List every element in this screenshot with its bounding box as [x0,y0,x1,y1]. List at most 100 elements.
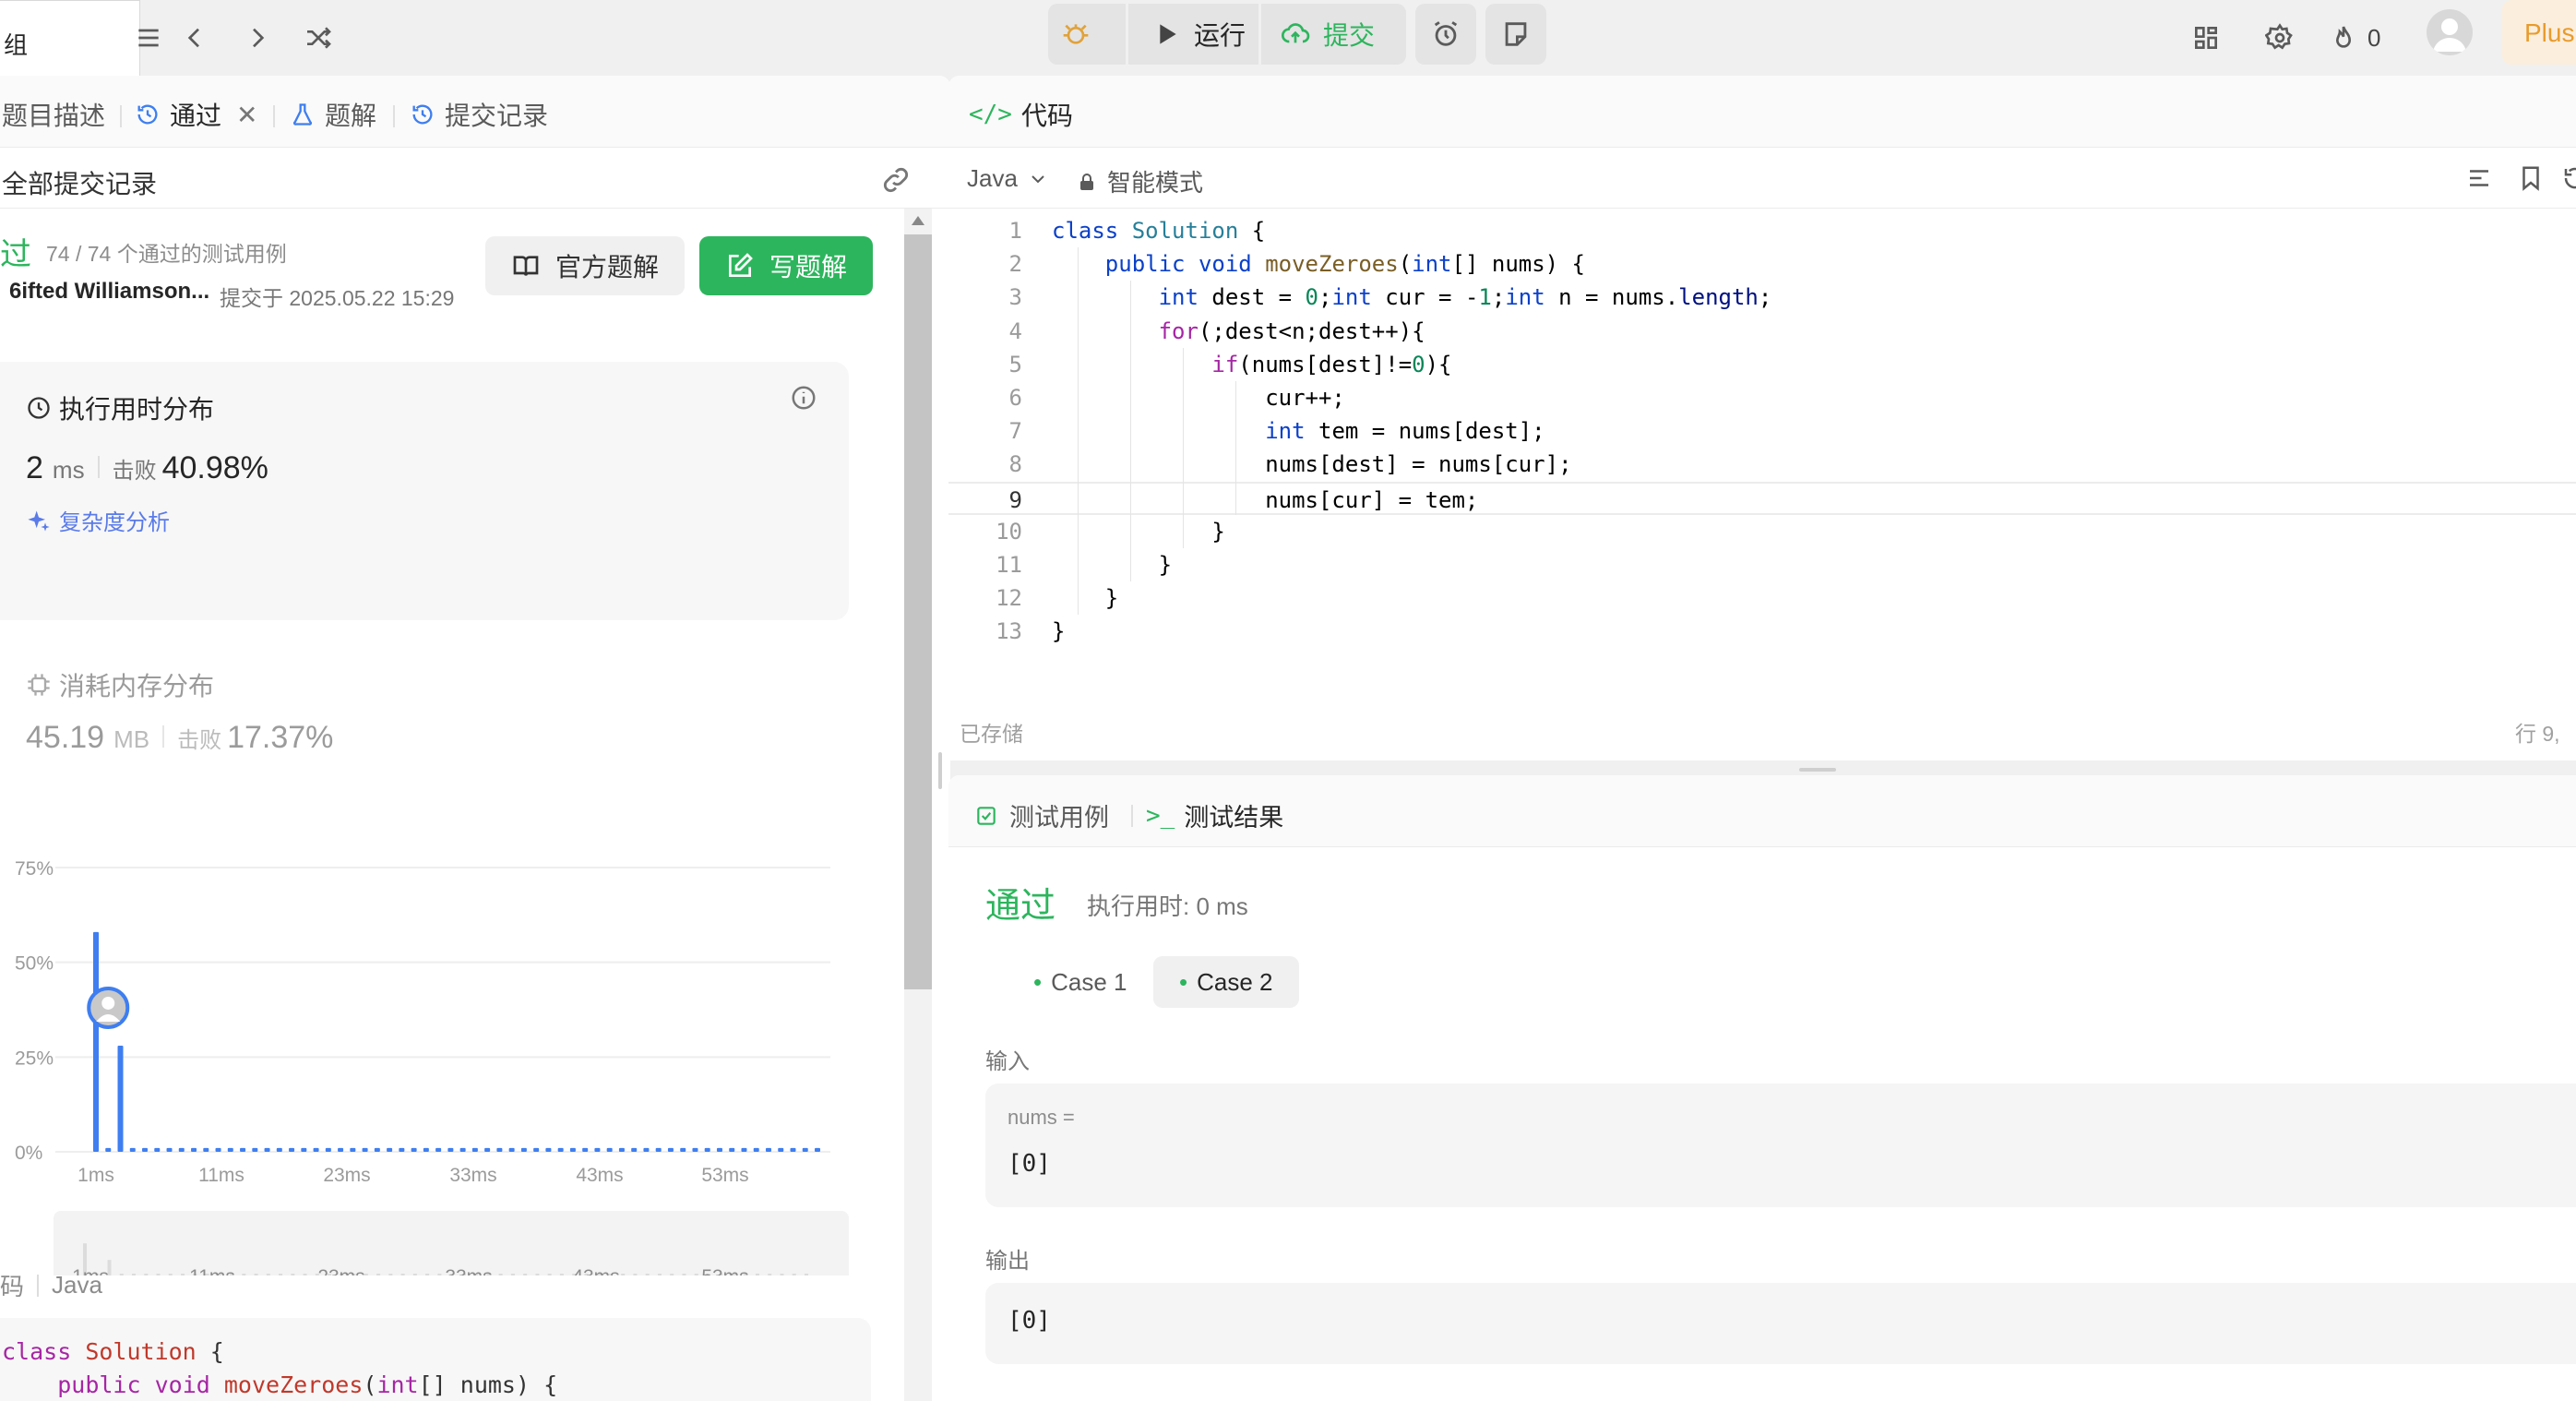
timer-button[interactable] [1415,4,1476,65]
chart-bar[interactable] [350,1147,356,1152]
chart-bar[interactable] [520,1147,527,1152]
code-line[interactable]: 6 cur++; [948,381,2576,414]
layout-icon[interactable] [2181,13,2231,63]
format-icon[interactable] [2465,164,2493,192]
submit-button[interactable]: 提交 [1281,4,1375,65]
debug-button[interactable] [1061,4,1120,65]
avatar[interactable] [2427,9,2473,55]
chart-bar[interactable] [582,1147,589,1152]
tab-submissions[interactable]: 提交记录 [410,96,548,133]
chart-bar[interactable] [203,1147,209,1152]
case-2-tab[interactable]: • Case 2 [1153,956,1299,1008]
submitter-name[interactable]: 6ifted Williamson... [9,279,209,305]
next-problem-button[interactable] [233,13,282,63]
tab-solutions[interactable]: 题解 [290,96,376,133]
chart-bar[interactable] [435,1147,442,1152]
tab-testcases[interactable]: 测试用例 [974,797,1109,833]
case-1-tab[interactable]: • Case 1 [1011,956,1150,1008]
reset-icon[interactable] [2561,164,2576,192]
chart-bar[interactable] [753,1147,759,1152]
chart-bar[interactable] [447,1147,454,1152]
chart-bar[interactable] [484,1147,491,1152]
code-line[interactable]: 13} [948,615,2576,648]
chart-bar[interactable] [276,1147,282,1152]
language-select[interactable]: Java [967,164,1049,193]
panel-resize-handle[interactable] [938,752,942,789]
chart-bar[interactable] [533,1147,540,1152]
scroll-thumb[interactable] [904,234,932,989]
chart-bar[interactable] [790,1147,796,1152]
chart-bar[interactable] [313,1147,319,1152]
complexity-analysis-link[interactable]: 复杂度分析 [26,504,170,536]
chart-bar[interactable] [105,1147,112,1152]
chart-bar[interactable] [374,1147,380,1152]
code-line[interactable]: 1 class Solution { [948,214,2576,247]
chart-bar[interactable] [594,1147,601,1152]
info-icon[interactable] [790,384,817,412]
chart-bar[interactable] [471,1147,478,1152]
official-solution-button[interactable]: 官方题解 [485,236,685,295]
bookmark-icon[interactable] [2517,164,2545,192]
chart-bar[interactable] [423,1147,429,1152]
panel-resize-handle-horizontal[interactable] [1799,768,1836,772]
smart-mode-toggle[interactable]: 智能模式 [1076,164,1203,198]
chart-bar[interactable] [154,1147,161,1152]
chart-bar[interactable] [704,1147,710,1152]
prev-problem-button[interactable] [170,13,220,63]
chart-bar[interactable] [545,1147,552,1152]
chart-bar[interactable] [240,1147,246,1152]
code-line[interactable]: 2 public void moveZeroes(int[] nums) { [948,247,2576,281]
chart-bar[interactable] [227,1147,233,1152]
scrollbar[interactable] [904,209,932,1401]
note-button[interactable] [1485,4,1546,65]
runtime-card[interactable]: 执行用时分布 2 ms 击败 40.98% 复杂度分析 [0,362,849,620]
settings-icon[interactable] [2255,13,2305,63]
chart-bar[interactable] [191,1147,197,1152]
chart-bar[interactable] [215,1147,221,1152]
write-solution-button[interactable]: 写题解 [699,236,873,295]
run-button[interactable]: 运行 [1151,4,1246,65]
chart-bar[interactable] [325,1147,331,1152]
chart-bar[interactable] [338,1147,344,1152]
chart-bar[interactable] [815,1147,820,1152]
chart-bar[interactable] [362,1147,368,1152]
code-line[interactable]: 3 int dest = 0;int cur = -1;int n = nums… [948,281,2576,314]
chart-bar[interactable] [765,1147,771,1152]
input-box[interactable]: nums = [0] [985,1084,2576,1207]
shuffle-icon[interactable] [293,13,343,63]
code-line[interactable]: 9 nums[cur] = tem; [948,481,2576,515]
chart-bar[interactable] [178,1147,185,1152]
memory-title[interactable]: 消耗内存分布 [26,666,214,703]
chart-bar[interactable] [729,1147,735,1152]
chart-bar[interactable] [117,1046,124,1152]
tab-test-results[interactable]: >_ 测试结果 [1146,797,1283,833]
chart-bar[interactable] [496,1147,503,1152]
problem-list-button[interactable]: 组 [0,0,140,79]
chart-bar[interactable] [387,1147,393,1152]
chart-bar[interactable] [166,1147,173,1152]
chart-bar[interactable] [631,1147,638,1152]
chart-bar[interactable] [618,1147,625,1152]
chart-bar[interactable] [569,1147,576,1152]
code-line[interactable]: 8 nums[dest] = nums[cur]; [948,448,2576,481]
all-submissions-link[interactable]: 全部提交记录 [2,164,157,201]
chart-bar[interactable] [716,1147,722,1152]
chart-bar[interactable] [692,1147,698,1152]
code-line[interactable]: 4 for(;dest<n;dest++){ [948,315,2576,348]
chart-bar[interactable] [643,1147,650,1152]
close-icon[interactable]: ✕ [236,100,257,130]
tab-passed[interactable]: 通过 ✕ [135,96,257,133]
chart-bar[interactable] [411,1147,417,1152]
chart-bar[interactable] [289,1147,295,1152]
chart-bar[interactable] [252,1147,258,1152]
link-icon[interactable] [880,164,912,196]
chart-bar[interactable] [129,1147,136,1152]
chart-bar[interactable] [667,1147,674,1152]
chart-bar[interactable] [142,1147,149,1152]
chart-bar[interactable] [741,1147,747,1152]
chart-bar[interactable] [399,1147,405,1152]
chart-bar[interactable] [459,1147,466,1152]
chart-bar[interactable] [264,1147,270,1152]
chart-bar[interactable] [680,1147,686,1152]
chart-bar[interactable] [802,1147,808,1152]
